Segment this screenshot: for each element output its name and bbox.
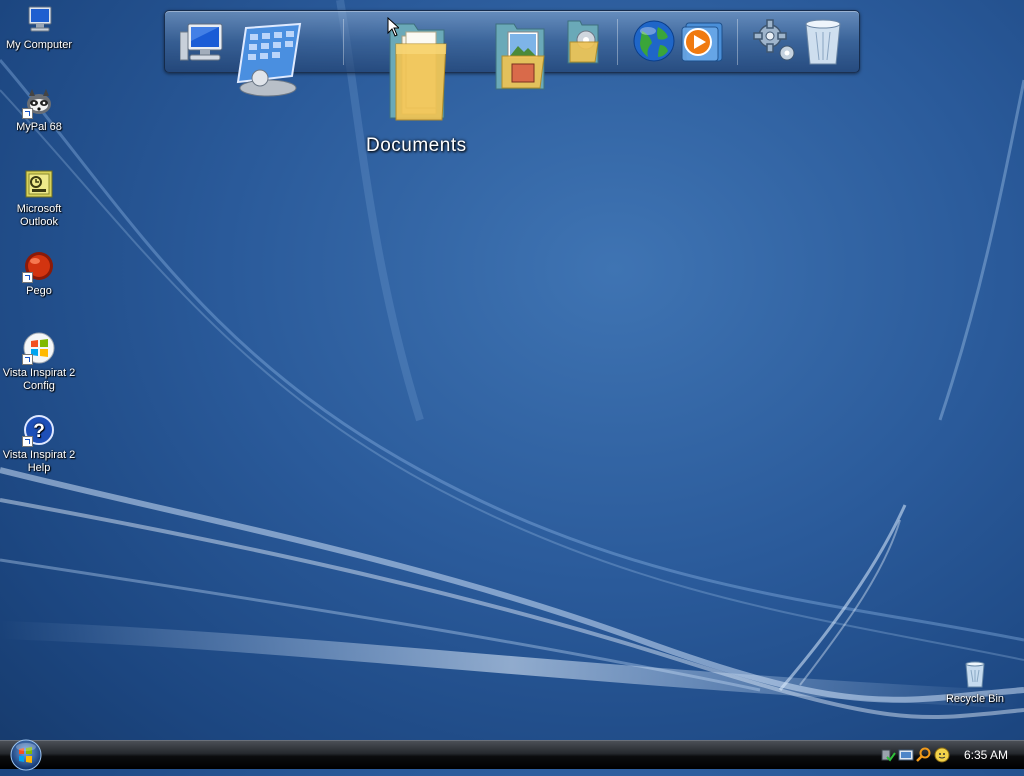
messenger-icon[interactable]: [934, 747, 950, 763]
taskbar: 6:35 AM: [0, 739, 1024, 771]
dock-item-computer[interactable]: [180, 22, 228, 64]
gears-icon: [753, 19, 795, 61]
search-icon[interactable]: [916, 747, 932, 763]
dock-hover-label: Documents: [366, 135, 467, 156]
shortcut-arrow-icon: [22, 354, 33, 365]
computer-icon: [180, 23, 223, 61]
pego-ball-icon: [22, 250, 55, 283]
network-icon[interactable]: [898, 747, 914, 763]
mouse-cursor-icon: [387, 17, 399, 37]
dock-separator: [343, 19, 344, 65]
shortcut-arrow-icon: [22, 436, 33, 447]
desktop-icon-outlook[interactable]: Microsoft Outlook: [0, 168, 78, 229]
desktop-icon-vista-config[interactable]: Vista Inspirat 2 Config: [0, 332, 78, 393]
control-panel-icon: [236, 22, 302, 97]
desktop-icon-my-computer[interactable]: My Computer: [0, 4, 78, 52]
computer-icon: [23, 4, 55, 36]
help-icon: ?: [22, 414, 55, 447]
desktop-wallpaper: [0, 0, 1024, 720]
dock-item-internet[interactable]: [632, 19, 676, 63]
media-player-icon: [681, 22, 723, 62]
desktop-icon-label: Vista Inspirat 2 Help: [2, 449, 76, 474]
desktop-icon-label: Recycle Bin: [945, 693, 1005, 705]
dock-separator: [737, 19, 738, 65]
globe-icon: [633, 20, 675, 62]
dock-item-settings[interactable]: [752, 18, 798, 64]
desktop-icon-pego[interactable]: Pego: [0, 250, 78, 298]
recycle-bin-icon: [805, 19, 841, 65]
desktop-icon-recycle-bin[interactable]: Recycle Bin: [936, 658, 1014, 706]
dock-item-media-player[interactable]: [680, 21, 724, 63]
taskbar-clock[interactable]: 6:35 AM: [964, 748, 1008, 762]
desktop-icon-label: Pego: [26, 285, 52, 297]
shortcut-arrow-icon: [22, 108, 33, 119]
safely-remove-icon[interactable]: [880, 747, 896, 763]
dock-separator: [617, 19, 618, 65]
dock-item-trash[interactable]: [802, 16, 844, 66]
shortcut-arrow-icon: [22, 272, 33, 283]
pictures-folder-icon: [495, 23, 545, 90]
recycle-bin-icon: [959, 658, 991, 690]
raccoon-icon: [22, 86, 55, 119]
system-tray: 6:35 AM: [880, 741, 1024, 769]
dock-item-control-panel[interactable]: [232, 22, 304, 100]
outlook-icon: [23, 168, 55, 200]
desktop-icon-label: Microsoft Outlook: [16, 203, 62, 228]
windows-logo-icon: [22, 332, 55, 365]
desktop-icon-label: MyPal 68: [16, 121, 62, 133]
desktop-icon-label: Vista Inspirat 2 Config: [2, 367, 76, 392]
dock-item-pictures[interactable]: [494, 20, 546, 92]
start-button[interactable]: [8, 739, 44, 771]
dock-item-music[interactable]: [566, 18, 600, 66]
svg-text:?: ?: [33, 421, 45, 442]
desktop-icon-label: My Computer: [5, 39, 73, 51]
music-folder-icon: [567, 20, 599, 64]
windows-orb-icon: [10, 739, 42, 771]
desktop-icon-mypal[interactable]: MyPal 68: [0, 86, 78, 134]
desktop-icon-vista-help[interactable]: ? Vista Inspirat 2 Help: [0, 414, 78, 475]
